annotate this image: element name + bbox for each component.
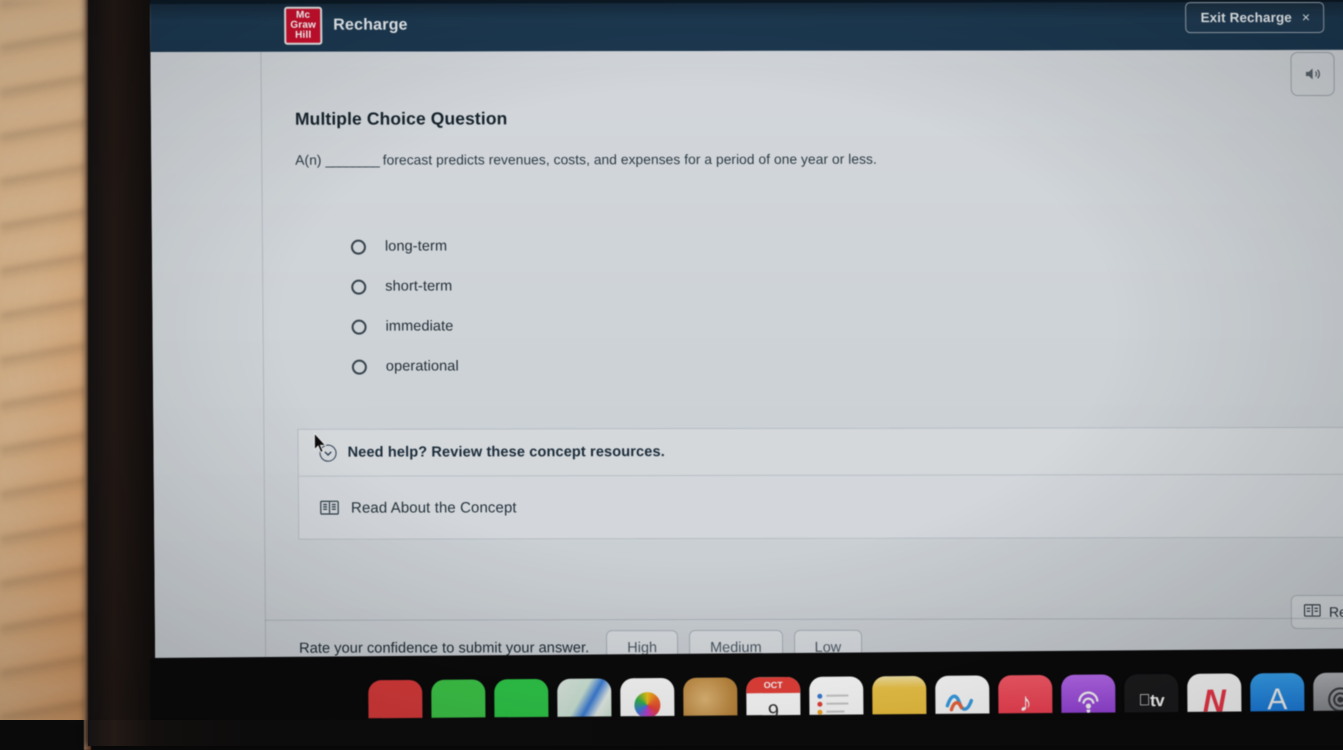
dock-icon-reminders[interactable] <box>809 676 863 720</box>
dock-icon-launchpad[interactable] <box>368 680 422 720</box>
read-about-concept-row[interactable]: Read About the Concept <box>299 475 1343 539</box>
read-about-concept-label: Read About the Concept <box>351 499 517 516</box>
question-content: Multiple Choice Question A(n) ________ f… <box>294 50 1343 540</box>
option-label: long-term <box>385 238 447 254</box>
mcgraw-hill-logo: Mc Graw Hill <box>284 7 322 45</box>
dock-icon-maps[interactable] <box>557 678 611 720</box>
logo-line-3: Hill <box>295 31 311 41</box>
dock-icon-messages[interactable] <box>431 679 485 720</box>
question-prompt: A(n) ________ forecast predicts revenues… <box>295 128 1343 168</box>
prompt-blank: ________ <box>325 153 379 168</box>
prompt-before: A(n) <box>295 153 321 168</box>
radio-icon[interactable] <box>351 279 366 294</box>
dock-icon-podcasts-wood[interactable] <box>683 677 737 720</box>
app-body: Multiple Choice Question A(n) ________ f… <box>150 50 1343 660</box>
option-operational[interactable]: operational <box>352 345 1343 387</box>
answer-options: long-term short-term immediate operation… <box>295 166 1343 387</box>
floating-read-button[interactable]: Re <box>1291 595 1343 629</box>
music-note-glyph: ♪ <box>1019 687 1032 718</box>
app-title: Recharge <box>333 17 408 35</box>
book-icon <box>320 500 339 516</box>
dock-icon-freeform[interactable] <box>935 675 989 720</box>
exit-recharge-button[interactable]: Exit Recharge × <box>1185 2 1324 33</box>
exit-recharge-label: Exit Recharge <box>1200 10 1291 25</box>
option-immediate[interactable]: immediate <box>351 305 1343 347</box>
radio-icon[interactable] <box>351 239 366 254</box>
macos-dock[interactable]: OCT 9 ♪ tv N <box>150 649 1343 720</box>
left-gutter-divider <box>260 52 266 660</box>
dock-icon-notes[interactable] <box>872 676 926 720</box>
mouse-cursor <box>313 433 327 459</box>
concept-resources-card: Need help? Review these concept resource… <box>297 427 1343 540</box>
radio-icon[interactable] <box>352 359 367 374</box>
prompt-after: forecast predicts revenues, costs, and e… <box>383 152 877 168</box>
close-icon: × <box>1302 9 1310 25</box>
option-label: immediate <box>386 318 454 334</box>
laptop-screen: Mc Graw Hill Recharge Exit Recharge × Mu… <box>150 0 1343 660</box>
concept-resources-header[interactable]: Need help? Review these concept resource… <box>298 428 1343 477</box>
dock-icon-facetime[interactable] <box>494 679 548 720</box>
option-short-term[interactable]: short-term <box>351 265 1343 307</box>
calendar-month-label: OCT <box>746 677 800 693</box>
option-label: short-term <box>385 278 452 294</box>
concept-resources-title: Need help? Review these concept resource… <box>347 444 664 461</box>
confidence-divider <box>265 618 1343 621</box>
dock-icon-calendar[interactable]: OCT 9 <box>746 677 800 720</box>
apple-tv-label: tv <box>1150 691 1164 711</box>
radio-icon[interactable] <box>352 319 367 334</box>
question-type-label: Multiple Choice Question <box>294 50 1343 130</box>
dock-icon-photos[interactable] <box>620 678 674 720</box>
option-long-term[interactable]: long-term <box>351 225 1343 267</box>
option-label: operational <box>386 358 459 374</box>
app-header: Mc Graw Hill Recharge Exit Recharge × <box>150 0 1343 52</box>
